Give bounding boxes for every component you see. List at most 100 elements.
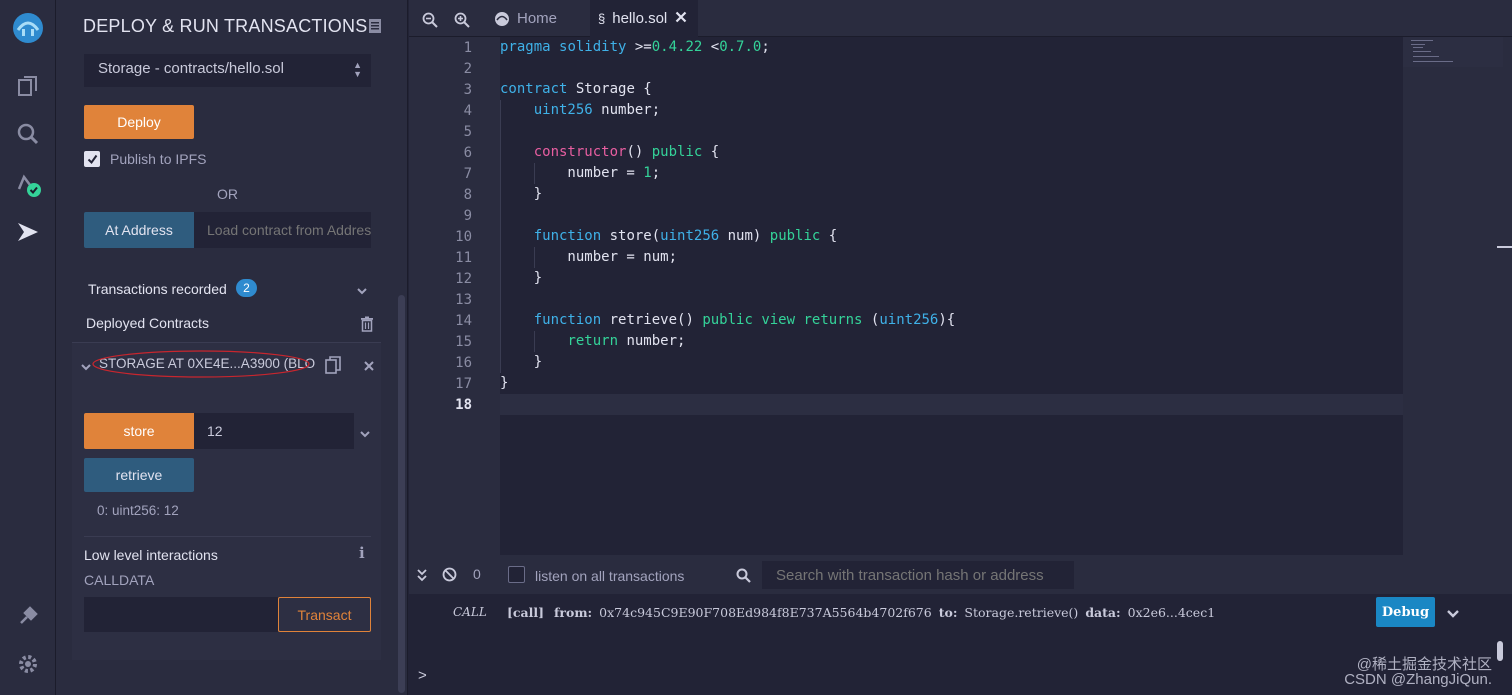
low-level-interactions-label: Low level interactions: [84, 547, 218, 563]
line-number: 4: [463, 103, 472, 119]
info-icon[interactable]: i: [359, 544, 365, 562]
line-number: 14: [455, 313, 472, 329]
calldata-input[interactable]: [84, 597, 278, 632]
panel-title: DEPLOY & RUN TRANSACTIONS: [83, 16, 368, 36]
line-number: 1: [463, 40, 472, 56]
listen-all-label: listen on all transactions: [535, 568, 685, 584]
line-number: 10: [455, 229, 472, 245]
store-button[interactable]: store: [84, 413, 194, 449]
icon-bar: [0, 0, 56, 695]
retrieve-button[interactable]: retrieve: [84, 458, 194, 492]
line-number: 6: [463, 145, 472, 161]
line-number: 9: [463, 208, 472, 224]
close-icon[interactable]: [363, 359, 375, 377]
line-number: 12: [455, 271, 472, 287]
debug-button[interactable]: Debug: [1376, 597, 1435, 627]
code-line: }: [500, 375, 509, 391]
tab-hello-sol[interactable]: § hello.sol: [590, 0, 698, 37]
plugin-manager-icon[interactable]: [10, 598, 46, 634]
transaction-search-input[interactable]: [762, 561, 1074, 589]
editor: Home § hello.sol 1 2 3 4 5 6 7 8 9 10 11…: [409, 0, 1512, 555]
terminal-toolbar: 0 listen on all transactions: [409, 555, 1512, 594]
code-line: uint256 number;: [533, 102, 661, 118]
side-panel-scrollbar[interactable]: [398, 295, 405, 693]
minimap-viewport[interactable]: [1403, 37, 1503, 67]
console-prompt[interactable]: >: [418, 667, 427, 684]
documentation-icon[interactable]: [368, 18, 382, 39]
line-number: 13: [455, 292, 472, 308]
transactions-count-badge: 2: [236, 279, 257, 297]
chevron-down-icon[interactable]: [356, 283, 368, 301]
log-data-value: 0x2e6...4cec1: [1127, 605, 1216, 620]
line-number: 3: [463, 82, 472, 98]
solidity-file-icon: §: [598, 11, 606, 26]
search-icon: [736, 568, 751, 588]
store-expand-chevron-icon[interactable]: [359, 426, 371, 444]
listen-all-checkbox[interactable]: [508, 566, 525, 583]
log-to-label: to:: [938, 605, 958, 620]
minimap-line: [1413, 51, 1431, 52]
contract-select-value: Storage - contracts/hello.sol: [98, 60, 284, 77]
log-call-tag: [call]: [507, 605, 545, 620]
zoom-in-icon[interactable]: [454, 12, 470, 33]
calldata-label: CALLDATA: [84, 572, 155, 588]
at-address-input[interactable]: [194, 212, 371, 248]
settings-gear-icon[interactable]: [10, 646, 46, 682]
code-line: number = 1;: [500, 165, 661, 181]
terminal-scrollbar[interactable]: [1497, 641, 1503, 661]
search-icon[interactable]: [10, 116, 46, 152]
deployed-contracts-label: Deployed Contracts: [86, 315, 209, 331]
close-tab-icon[interactable]: [675, 10, 687, 27]
code-line: function retrieve() public view returns …: [533, 312, 956, 328]
deploy-run-icon[interactable]: [10, 214, 46, 250]
remix-logo-icon[interactable]: [10, 10, 46, 46]
line-number: 17: [455, 376, 472, 392]
expand-log-chevron-icon[interactable]: [1446, 606, 1460, 624]
tab-home-label: Home: [517, 10, 558, 27]
transactions-recorded-label[interactable]: Transactions recorded: [88, 281, 227, 297]
solidity-compiler-icon[interactable]: [10, 166, 46, 202]
or-label: OR: [217, 186, 238, 202]
transact-button[interactable]: Transact: [278, 597, 371, 632]
divider: [84, 536, 371, 537]
collapse-terminal-icon[interactable]: [416, 568, 428, 587]
log-from-value: 0x74c945C9E90F708Ed984f8E737A5564b4702f6…: [599, 605, 932, 620]
code-line: pragma solidity >=0.4.22 <0.7.0;: [500, 39, 770, 55]
select-arrows-icon: ▲ ▼: [353, 60, 362, 79]
file-explorer-icon[interactable]: [10, 68, 46, 104]
minimap[interactable]: [1403, 37, 1512, 555]
line-number: 5: [463, 124, 472, 140]
minimap-line: [1413, 47, 1423, 48]
log-data-label: data:: [1085, 605, 1121, 620]
tab-bar: Home § hello.sol: [409, 0, 1512, 37]
copy-address-icon[interactable]: [325, 356, 341, 379]
log-entry[interactable]: [call] from: 0x74c945C9E90F708Ed984f8E73…: [507, 605, 1215, 620]
deploy-button[interactable]: Deploy: [84, 105, 194, 139]
contract-select[interactable]: Storage - contracts/hello.sol ▲ ▼: [84, 54, 371, 87]
deploy-run-panel: DEPLOY & RUN TRANSACTIONS Storage - cont…: [56, 0, 408, 695]
overview-ruler-marker: [1497, 246, 1512, 248]
red-annotation-ellipse: [92, 350, 310, 378]
clear-console-icon[interactable]: [442, 567, 457, 587]
minimap-line: [1411, 40, 1433, 41]
watermark-line-2: CSDN @ZhangJiQun.: [1344, 671, 1492, 688]
tab-hello-sol-label: hello.sol: [612, 10, 668, 27]
code-line: contract Storage {: [500, 81, 652, 97]
line-number: 7: [463, 166, 472, 182]
zoom-out-icon[interactable]: [422, 12, 438, 33]
code-line: return number;: [567, 333, 686, 349]
line-number: 15: [455, 334, 472, 350]
trash-icon[interactable]: [360, 316, 374, 337]
code-line: function store(uint256 num) public {: [533, 228, 838, 244]
code-line: }: [500, 354, 543, 370]
terminal: 0 listen on all transactions CALL [call]…: [409, 555, 1512, 695]
retrieve-result: 0: uint256: 12: [97, 503, 179, 518]
publish-ipfs-label: Publish to IPFS: [110, 151, 207, 167]
publish-ipfs-checkbox[interactable]: [84, 151, 100, 167]
at-address-button[interactable]: At Address: [84, 212, 194, 248]
pending-tx-count: 0: [473, 566, 481, 582]
store-input[interactable]: 12: [194, 413, 354, 449]
log-to-value: Storage.retrieve(): [964, 605, 1079, 620]
current-line-highlight: [500, 394, 1403, 415]
tab-home[interactable]: Home: [494, 0, 590, 37]
